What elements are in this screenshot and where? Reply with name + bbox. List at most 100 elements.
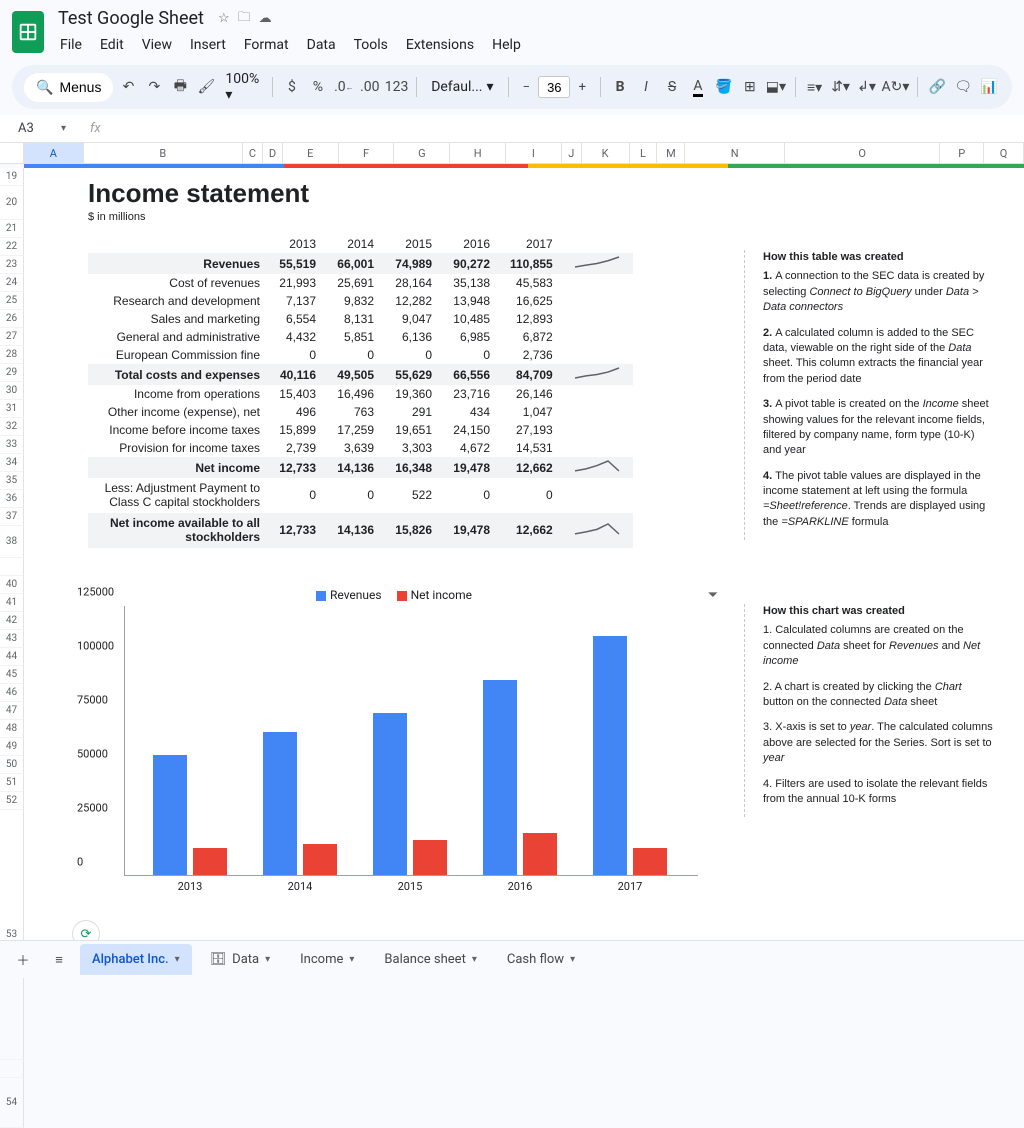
menu-insert[interactable]: Insert: [182, 33, 234, 57]
row-header[interactable]: 22: [0, 238, 24, 256]
print-icon[interactable]: 🖶: [169, 73, 191, 101]
sheet-tab-income[interactable]: Income▾: [288, 944, 366, 975]
row-header[interactable]: 54: [0, 1078, 24, 1128]
insert-chart-icon[interactable]: 📊: [978, 73, 1000, 101]
col-header-H[interactable]: H: [450, 143, 506, 163]
menu-format[interactable]: Format: [236, 33, 297, 57]
row-header[interactable]: 51: [0, 774, 24, 792]
col-header-F[interactable]: F: [339, 143, 395, 163]
row-header[interactable]: 37: [0, 508, 24, 526]
col-header-A[interactable]: A: [24, 143, 84, 163]
undo-icon[interactable]: ↶: [117, 73, 139, 101]
row-header[interactable]: 41: [0, 594, 24, 612]
row-header[interactable]: 42: [0, 612, 24, 630]
name-box[interactable]: A3▾: [12, 119, 72, 138]
merge-cells-icon[interactable]: ⬓▾: [765, 73, 787, 101]
select-all-corner[interactable]: [0, 143, 24, 163]
sheet-tab-alphabet[interactable]: Alphabet Inc.▾: [80, 944, 192, 975]
text-color-icon[interactable]: A: [687, 73, 709, 101]
row-header[interactable]: 47: [0, 702, 24, 720]
row-header[interactable]: 26: [0, 310, 24, 328]
row-header[interactable]: 34: [0, 454, 24, 472]
row-header[interactable]: 52: [0, 792, 24, 810]
fx-label[interactable]: fx: [90, 121, 101, 136]
revenue-chart[interactable]: ⏷ Revenues Net income 025000500007500010…: [68, 588, 708, 908]
col-header-P[interactable]: P: [940, 143, 984, 163]
row-header[interactable]: [0, 1060, 24, 1078]
search-menus-button[interactable]: 🔍 Menus: [24, 73, 113, 102]
row-header[interactable]: 35: [0, 472, 24, 490]
col-header-I[interactable]: I: [506, 143, 562, 163]
text-wrap-icon[interactable]: ↲▾: [856, 73, 878, 101]
row-header[interactable]: 33: [0, 436, 24, 454]
row-header[interactable]: 27: [0, 328, 24, 346]
paint-format-icon[interactable]: 🖌: [195, 73, 217, 101]
link-icon[interactable]: 🔗: [926, 73, 948, 101]
row-header[interactable]: 44: [0, 648, 24, 666]
sheet-body[interactable]: Income statement $ in millions 201320142…: [24, 168, 1024, 958]
star-icon[interactable]: ☆: [218, 11, 230, 26]
horizontal-align-icon[interactable]: ≡▾: [804, 73, 826, 101]
more-formats-button[interactable]: 123: [385, 73, 409, 101]
vertical-align-icon[interactable]: ⇵▾: [830, 73, 852, 101]
row-header[interactable]: 49: [0, 738, 24, 756]
menu-edit[interactable]: Edit: [92, 33, 132, 57]
row-header[interactable]: 23: [0, 256, 24, 274]
zoom-select[interactable]: 100% ▾: [221, 71, 264, 103]
row-header[interactable]: 50: [0, 756, 24, 774]
chart-filter-icon[interactable]: ⏷: [708, 588, 718, 603]
italic-icon[interactable]: I: [635, 73, 657, 101]
sheet-tab-cashflow[interactable]: Cash flow▾: [495, 944, 587, 975]
sheets-logo-icon[interactable]: [12, 11, 44, 53]
menu-file[interactable]: File: [52, 33, 90, 57]
col-header-N[interactable]: N: [685, 143, 785, 163]
col-header-O[interactable]: O: [785, 143, 940, 163]
redo-icon[interactable]: ↷: [143, 73, 165, 101]
row-header[interactable]: 20: [0, 186, 24, 220]
col-header-M[interactable]: M: [657, 143, 685, 163]
col-header-L[interactable]: L: [630, 143, 658, 163]
row-header[interactable]: 36: [0, 490, 24, 508]
font-size-input[interactable]: [538, 76, 570, 98]
currency-icon[interactable]: $: [281, 73, 303, 101]
increase-decimal-icon[interactable]: .00: [359, 73, 381, 101]
row-header[interactable]: 25: [0, 292, 24, 310]
menu-data[interactable]: Data: [299, 33, 344, 57]
decrease-decimal-icon[interactable]: .0←: [333, 73, 355, 101]
row-header[interactable]: 46: [0, 684, 24, 702]
row-header[interactable]: 43: [0, 630, 24, 648]
menu-extensions[interactable]: Extensions: [398, 33, 482, 57]
menu-view[interactable]: View: [134, 33, 180, 57]
col-header-C[interactable]: C: [243, 143, 263, 163]
row-header[interactable]: 21: [0, 220, 24, 238]
strikethrough-icon[interactable]: S: [661, 73, 683, 101]
move-folder-icon[interactable]: 🗀: [238, 8, 251, 30]
row-header[interactable]: 45: [0, 666, 24, 684]
menu-help[interactable]: Help: [484, 33, 529, 57]
sheet-tab-data[interactable]: 🗄Data▾: [198, 944, 282, 975]
row-header[interactable]: 32: [0, 418, 24, 436]
menu-tools[interactable]: Tools: [346, 33, 396, 57]
fill-color-icon[interactable]: 🪣: [713, 73, 735, 101]
bold-icon[interactable]: B: [609, 73, 631, 101]
row-header[interactable]: 24: [0, 274, 24, 292]
col-header-J[interactable]: J: [562, 143, 582, 163]
add-sheet-icon[interactable]: ＋: [8, 945, 38, 975]
comment-icon[interactable]: 🗨: [952, 73, 974, 101]
borders-icon[interactable]: ⊞: [739, 73, 761, 101]
col-header-B[interactable]: B: [84, 143, 243, 163]
cloud-status-icon[interactable]: ☁: [259, 11, 272, 26]
document-title[interactable]: Test Google Sheet: [52, 6, 210, 31]
row-header[interactable]: 30: [0, 382, 24, 400]
row-header[interactable]: 29: [0, 364, 24, 382]
row-header[interactable]: 38: [0, 526, 24, 558]
sheet-tab-balance[interactable]: Balance sheet▾: [372, 944, 488, 975]
row-header[interactable]: 31: [0, 400, 24, 418]
row-header[interactable]: 40: [0, 576, 24, 594]
row-header[interactable]: 19: [0, 168, 24, 186]
col-header-K[interactable]: K: [582, 143, 630, 163]
percent-icon[interactable]: %: [307, 73, 329, 101]
all-sheets-icon[interactable]: ≡: [44, 945, 74, 975]
col-header-Q[interactable]: Q: [984, 143, 1024, 163]
col-header-E[interactable]: E: [283, 143, 339, 163]
